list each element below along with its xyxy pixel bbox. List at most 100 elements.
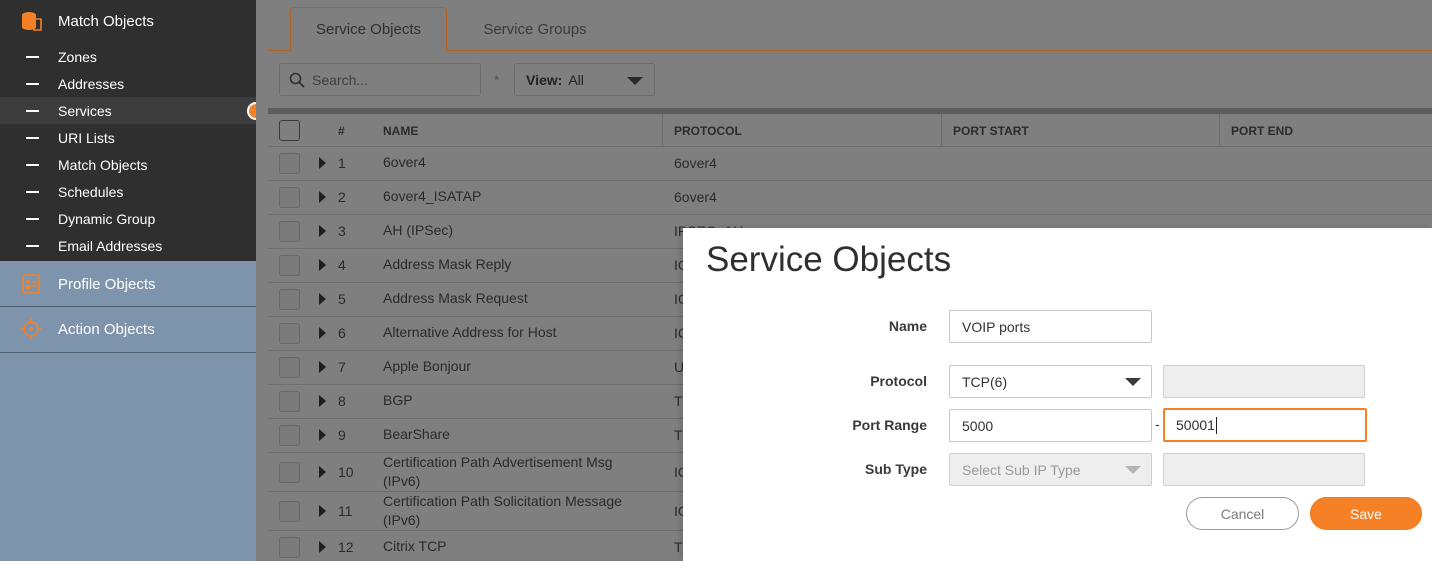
name-value: VOIP ports: [962, 318, 1031, 335]
sidebar-item-label: Schedules: [58, 183, 124, 200]
header-port-start[interactable]: PORT START: [953, 124, 1029, 138]
tab-service-objects[interactable]: Service Objects: [290, 7, 447, 51]
expand-arrow-icon[interactable]: [319, 157, 326, 169]
row-checkbox[interactable]: [279, 391, 300, 412]
sidebar-item-services[interactable]: Services: [0, 97, 256, 124]
name-field[interactable]: VOIP ports: [949, 310, 1152, 343]
save-button[interactable]: Save: [1310, 497, 1422, 530]
sidebar-item-label: Services: [58, 102, 112, 119]
column-divider: [1219, 114, 1220, 147]
sidebar-item-addresses[interactable]: Addresses: [0, 70, 256, 97]
protocol-select[interactable]: TCP(6): [949, 365, 1152, 398]
sidebar-item-schedules[interactable]: Schedules: [0, 178, 256, 205]
sidebar-item-uri-lists[interactable]: URI Lists: [0, 124, 256, 151]
sidebar-divider: [0, 352, 256, 353]
tab-service-groups[interactable]: Service Groups: [461, 7, 609, 51]
view-select[interactable]: View: All: [514, 63, 655, 96]
view-value: All: [568, 71, 584, 88]
row-checkbox[interactable]: [279, 255, 300, 276]
header-protocol[interactable]: PROTOCOL: [674, 124, 742, 138]
sidebar-item-email-addresses[interactable]: Email Addresses: [0, 232, 256, 259]
expand-arrow-icon[interactable]: [319, 395, 326, 407]
row-checkbox[interactable]: [279, 323, 300, 344]
port-end-value: 50001: [1176, 417, 1215, 433]
expand-arrow-icon[interactable]: [319, 466, 326, 478]
chevron-down-icon: [1125, 378, 1141, 386]
table-row[interactable]: 1 6over4 6over4: [268, 147, 1432, 181]
sidebar-section-match-objects[interactable]: Match Objects: [0, 5, 256, 37]
row-checkbox[interactable]: [279, 289, 300, 310]
row-name: BGP: [383, 392, 413, 408]
row-name: AH (IPSec): [383, 222, 454, 238]
required-asterisk: *: [494, 72, 500, 88]
row-name: Certification Path Solicitation Message …: [383, 493, 622, 528]
dash-icon: [26, 55, 39, 58]
search-icon: [289, 72, 305, 88]
table-row[interactable]: 2 6over4_ISATAP 6over4: [268, 181, 1432, 215]
sidebar-item-label: Zones: [58, 48, 97, 65]
expand-arrow-icon[interactable]: [319, 505, 326, 517]
row-name: Alternative Address for Host: [383, 324, 557, 340]
port-start-field[interactable]: 5000: [949, 409, 1152, 442]
sidebar-item-dynamic-group[interactable]: Dynamic Group: [0, 205, 256, 232]
sidebar-item-zones[interactable]: Zones: [0, 43, 256, 70]
crosshair-icon: [20, 318, 42, 340]
row-num: 2: [338, 189, 346, 205]
port-end-field[interactable]: 50001: [1163, 408, 1367, 442]
expand-arrow-icon[interactable]: [319, 541, 326, 553]
sidebar-item-match-objects[interactable]: Match Objects: [0, 151, 256, 178]
row-checkbox[interactable]: [279, 153, 300, 174]
chevron-down-icon: [1125, 466, 1141, 474]
dash-icon: [26, 163, 39, 166]
column-divider: [941, 114, 942, 147]
sub-type-label: Sub Type: [865, 461, 927, 477]
match-objects-icon: [20, 10, 42, 32]
expand-arrow-icon[interactable]: [319, 259, 326, 271]
search-input[interactable]: Search...: [279, 63, 481, 96]
row-checkbox[interactable]: [279, 501, 300, 522]
sidebar-section-action-objects[interactable]: Action Objects: [0, 309, 256, 349]
row-num: 11: [338, 503, 353, 519]
sidebar-section-label: Match Objects: [58, 12, 154, 30]
sidebar-item-label: Email Addresses: [58, 237, 163, 254]
row-checkbox[interactable]: [279, 462, 300, 483]
row-checkbox[interactable]: [279, 425, 300, 446]
row-name: 6over4_ISATAP: [383, 188, 482, 204]
expand-arrow-icon[interactable]: [319, 191, 326, 203]
cancel-button[interactable]: Cancel: [1186, 497, 1299, 530]
row-checkbox[interactable]: [279, 357, 300, 378]
row-checkbox[interactable]: [279, 221, 300, 242]
select-all-checkbox[interactable]: [279, 120, 300, 141]
expand-arrow-icon[interactable]: [319, 327, 326, 339]
row-num: 3: [338, 223, 346, 239]
expand-arrow-icon[interactable]: [319, 293, 326, 305]
sidebar-item-label: Match Objects: [58, 156, 148, 173]
expand-arrow-icon[interactable]: [319, 429, 326, 441]
sidebar-divider: [0, 306, 256, 307]
port-start-value: 5000: [962, 417, 994, 434]
row-protocol: T: [674, 427, 683, 443]
sidebar: Match Objects Zones Addresses Services U…: [0, 0, 265, 561]
dash-icon: [26, 217, 39, 220]
sidebar-section-label: Action Objects: [58, 320, 155, 338]
row-num: 6: [338, 325, 346, 341]
protocol-label: Protocol: [870, 373, 927, 389]
sidebar-item-label: Addresses: [58, 75, 125, 92]
table-header: # NAME PROTOCOL PORT START PORT END: [268, 114, 1432, 147]
search-placeholder: Search...: [312, 71, 369, 88]
header-port-end[interactable]: PORT END: [1231, 124, 1293, 138]
row-num: 8: [338, 393, 346, 409]
sidebar-section-profile-objects[interactable]: Profile Objects: [0, 264, 256, 304]
row-name: Address Mask Reply: [383, 256, 512, 272]
row-num: 9: [338, 427, 346, 443]
row-checkbox[interactable]: [279, 537, 300, 558]
row-name: BearShare: [383, 426, 450, 442]
expand-arrow-icon[interactable]: [319, 361, 326, 373]
header-name[interactable]: NAME: [383, 124, 418, 138]
view-label: View:: [526, 71, 563, 88]
expand-arrow-icon[interactable]: [319, 225, 326, 237]
name-label: Name: [888, 318, 927, 334]
row-num: 5: [338, 291, 346, 307]
row-checkbox[interactable]: [279, 187, 300, 208]
sub-type-placeholder: Select Sub IP Type: [962, 461, 1081, 478]
